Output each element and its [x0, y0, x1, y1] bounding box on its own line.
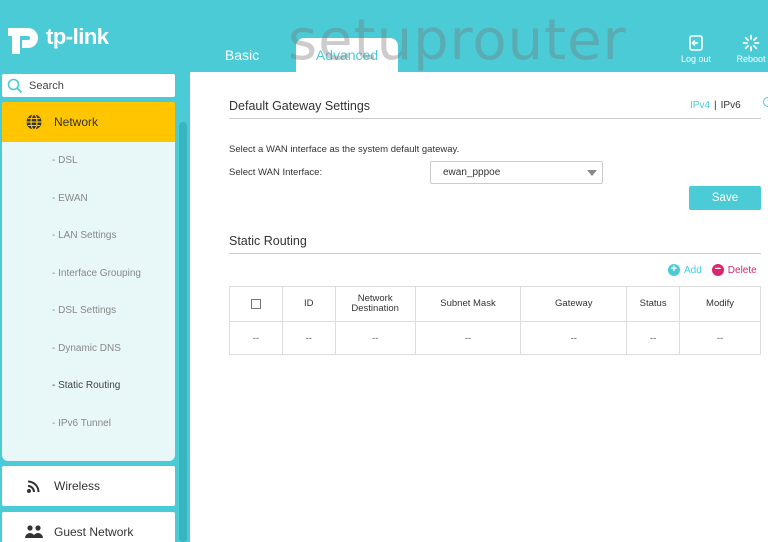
search-icon	[7, 78, 23, 94]
tab-advanced[interactable]: Advanced	[296, 38, 398, 72]
sidebar-scrollbar[interactable]	[179, 122, 187, 542]
logout-icon	[672, 34, 720, 52]
sidebar-item-network[interactable]: Network	[2, 102, 175, 142]
column-header-network-destination: Network Destination	[334, 286, 416, 322]
table-cell: --	[520, 321, 628, 355]
wan-interface-select[interactable]: ewan_pppoe	[430, 161, 603, 184]
network-submenu: - DSL - EWAN - LAN Settings - Interface …	[2, 142, 175, 461]
ipv4-link[interactable]: IPv4	[690, 100, 710, 111]
sidebar-item-dsl[interactable]: - DSL	[2, 142, 175, 180]
table-actions: + Add − Delete	[668, 264, 757, 276]
sidebar-item-network-label: Network	[54, 115, 99, 129]
delete-label: Delete	[727, 264, 757, 276]
wifi-icon	[24, 476, 44, 496]
sidebar-item-wireless[interactable]: Wireless	[2, 466, 175, 506]
table-cell: --	[626, 321, 681, 355]
column-header-modify: Modify	[679, 286, 761, 322]
sidebar-item-guest-label: Guest Network	[54, 525, 134, 539]
column-header-status: Status	[626, 286, 681, 322]
main-panel: Default Gateway Settings IPv4 | IPv6 Selec…	[190, 72, 768, 542]
add-button[interactable]: + Add	[668, 264, 702, 276]
logout-label: Log out	[680, 54, 712, 64]
ip-version-separator: |	[714, 100, 717, 111]
wan-interface-value: ewan_pppoe	[443, 167, 501, 178]
sidebar-item-ipv6-tunnel[interactable]: - IPv6 Tunnel	[2, 405, 175, 443]
reboot-label: Reboot	[736, 54, 766, 64]
column-header-gateway: Gateway	[520, 286, 628, 322]
reboot-icon	[727, 34, 768, 52]
minus-icon: −	[711, 264, 724, 276]
gateway-section-title: Default Gateway Settings	[229, 99, 371, 113]
delete-button[interactable]: − Delete	[711, 264, 757, 276]
sidebar-item-interface-grouping[interactable]: - Interface Grouping	[2, 255, 175, 293]
table-cell: --	[334, 321, 416, 355]
select-all-cell	[229, 286, 283, 322]
globe-icon	[24, 112, 44, 132]
static-routing-divider	[229, 253, 761, 254]
sidebar: Search Network - DSL - EWAN - LAN Settin…	[0, 72, 190, 542]
sidebar-item-static-routing[interactable]: - Static Routing	[2, 367, 175, 405]
static-routing-table: ID Network Destination Subnet Mask Gatew…	[229, 286, 761, 355]
tplink-logo: tp-link	[4, 18, 109, 56]
reboot-button[interactable]: Reboot	[727, 34, 768, 64]
plus-icon: +	[668, 264, 680, 276]
guest-users-icon	[24, 522, 44, 542]
save-button[interactable]: Save	[689, 186, 761, 210]
sidebar-item-lan-settings[interactable]: - LAN Settings	[2, 217, 175, 255]
select-all-checkbox[interactable]	[250, 298, 261, 309]
gateway-hint-text: Select a WAN interface as the system def…	[229, 144, 460, 155]
logout-button[interactable]: Log out	[672, 34, 720, 64]
top-header: tp-link Basic Advanced Log out Reboot	[0, 0, 768, 72]
table-cell: --	[679, 321, 761, 355]
help-icon[interactable]	[763, 97, 768, 107]
table-row: -- -- -- -- -- -- --	[229, 321, 761, 355]
table-cell: --	[229, 321, 283, 355]
sidebar-item-dynamic-dns[interactable]: - Dynamic DNS	[2, 330, 175, 368]
sidebar-item-wireless-label: Wireless	[54, 479, 101, 493]
ip-version-switch: IPv4 | IPv6	[690, 100, 741, 111]
static-routing-section-title: Static Routing	[229, 234, 307, 248]
wan-interface-label: Select WAN Interface:	[229, 167, 323, 178]
column-header-id: ID	[281, 286, 336, 322]
gateway-divider	[229, 118, 761, 119]
search-input[interactable]: Search	[29, 80, 64, 92]
table-cell: --	[281, 321, 336, 355]
table-header-row: ID Network Destination Subnet Mask Gatew…	[229, 286, 761, 322]
column-header-subnet-mask: Subnet Mask	[414, 286, 522, 322]
chevron-down-icon	[587, 170, 597, 176]
ipv6-link[interactable]: IPv6	[721, 100, 741, 111]
search-box[interactable]: Search	[2, 74, 175, 97]
tplink-logo-icon	[4, 18, 42, 56]
brand-name: tp-link	[46, 24, 109, 49]
table-cell: --	[414, 321, 522, 355]
sidebar-item-guest-network[interactable]: Guest Network	[2, 512, 175, 542]
tab-basic[interactable]: Basic	[200, 38, 284, 72]
sidebar-item-ewan[interactable]: - EWAN	[2, 180, 175, 218]
add-label: Add	[684, 264, 702, 276]
sidebar-item-dsl-settings[interactable]: - DSL Settings	[2, 292, 175, 330]
